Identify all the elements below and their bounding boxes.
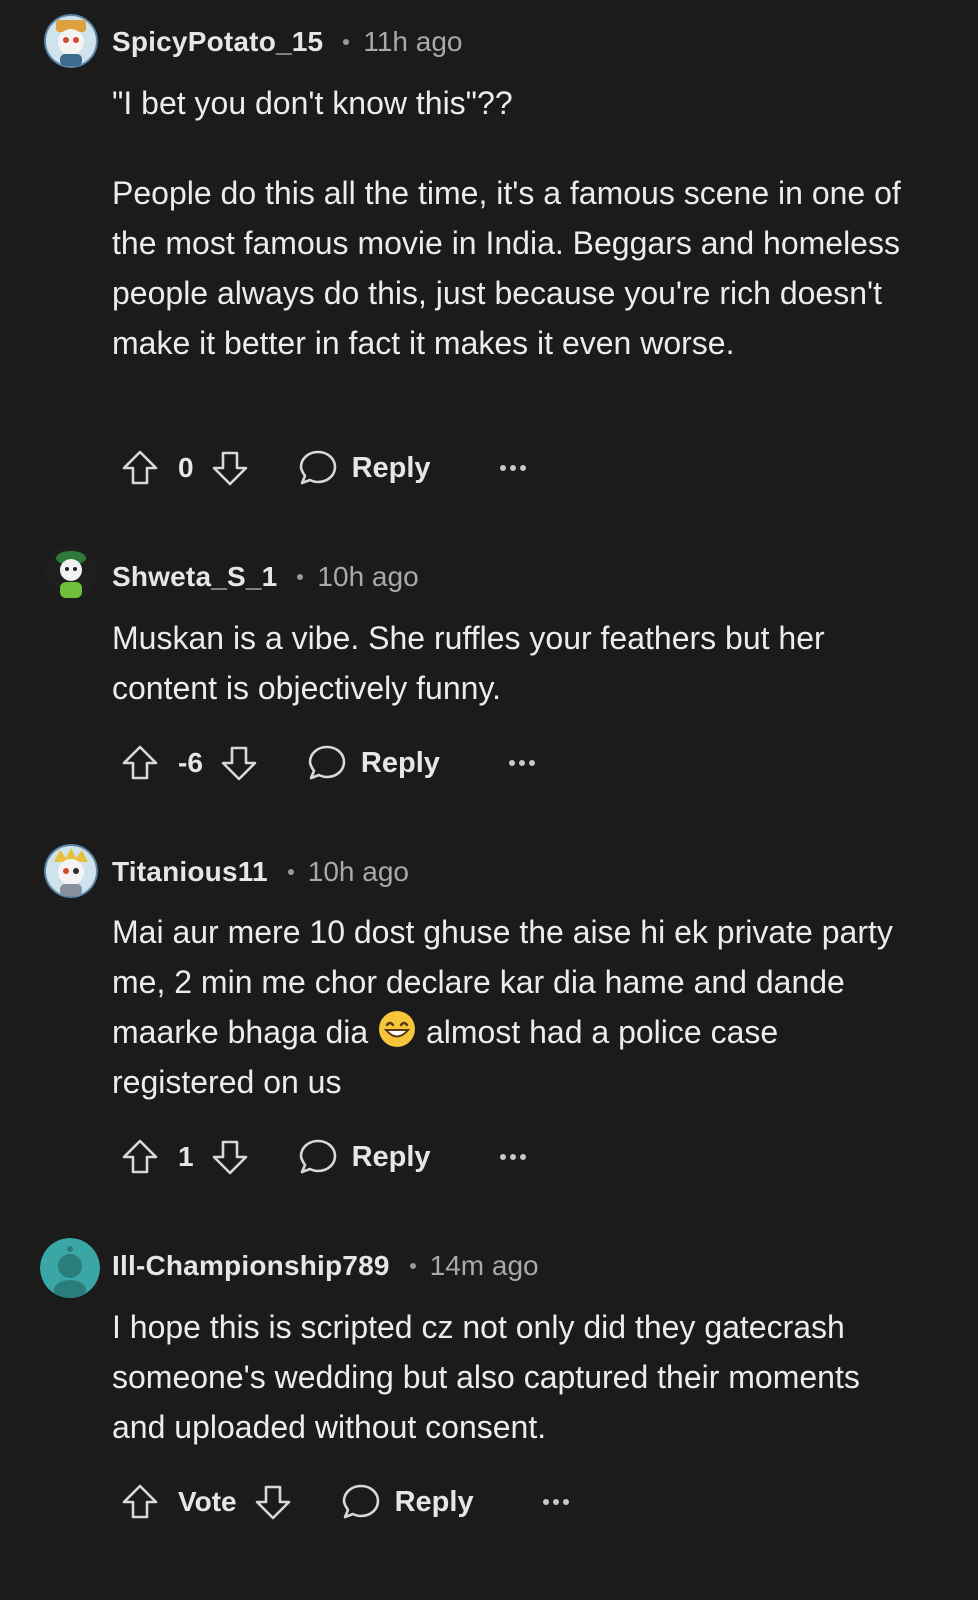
username[interactable]: SpicyPotato_15 — [112, 26, 323, 58]
comment-paragraph: Mai aur mere 10 dost ghuse the aise hi e… — [112, 907, 912, 1107]
speech-bubble-icon — [299, 1139, 336, 1174]
username[interactable]: Ill-Championship789 — [112, 1250, 390, 1282]
comment-actions: 1 Reply — [118, 1132, 531, 1182]
upvote-icon[interactable] — [118, 741, 162, 785]
comment-paragraph: People do this all the time, it's a famo… — [112, 175, 901, 361]
reply-button[interactable]: Reply — [298, 448, 431, 488]
reply-label: Reply — [351, 451, 431, 484]
comment-paragraph: I hope this is scripted cz not only did … — [112, 1309, 860, 1445]
username[interactable]: Shweta_S_1 — [112, 561, 277, 593]
timestamp: 11h ago — [363, 26, 463, 57]
downvote-icon[interactable] — [208, 446, 252, 490]
avatar-snoo-icon — [45, 547, 97, 599]
comment-paragraph: "I bet you don't know this"?? — [112, 85, 513, 121]
upvote-icon[interactable] — [118, 446, 162, 490]
reply-button[interactable]: Reply — [307, 743, 440, 783]
vote-score: -6 — [178, 747, 203, 778]
comment-meta: Shweta_S_1 10h ago — [112, 557, 419, 597]
comment-body: Mai aur mere 10 dost ghuse the aise hi e… — [112, 907, 912, 1107]
comment-actions: 0 Reply — [118, 443, 531, 493]
comment-body: "I bet you don't know this"?? People do … — [112, 78, 912, 368]
avatar-snoo-icon — [44, 14, 98, 68]
comment-body: Muskan is a vibe. She ruffles your feath… — [112, 613, 912, 713]
comment-thread: SpicyPotato_15 11h ago "I bet you don't … — [0, 0, 978, 1600]
avatar-snoo-icon — [44, 844, 98, 898]
comment-body: I hope this is scripted cz not only did … — [112, 1302, 912, 1452]
ellipsis-icon[interactable] — [495, 453, 531, 483]
timestamp: 10h ago — [317, 561, 419, 592]
downvote-icon[interactable] — [208, 1135, 252, 1179]
comment-actions: Vote Reply — [118, 1477, 574, 1527]
ellipsis-icon[interactable] — [495, 1142, 531, 1172]
comment-meta: SpicyPotato_15 11h ago — [112, 22, 462, 62]
reply-label: Reply — [394, 1485, 474, 1518]
timestamp: 10h ago — [307, 856, 409, 887]
avatar[interactable] — [44, 14, 98, 68]
comment-meta: Titanious11 10h ago — [112, 852, 409, 892]
comment-actions: -6 Reply — [118, 738, 540, 788]
ellipsis-icon[interactable] — [538, 1487, 574, 1517]
vote-score: 0 — [178, 452, 194, 483]
comment-meta: Ill-Championship789 14m ago — [112, 1246, 539, 1286]
reply-button[interactable]: Reply — [298, 1137, 431, 1177]
comment-paragraph: Muskan is a vibe. She ruffles your feath… — [112, 620, 825, 706]
speech-bubble-icon — [308, 745, 346, 780]
downvote-icon[interactable] — [217, 741, 261, 785]
avatar[interactable] — [44, 844, 98, 898]
ellipsis-icon[interactable] — [504, 748, 540, 778]
timestamp: 14m ago — [429, 1250, 539, 1281]
reply-label: Reply — [351, 1140, 431, 1173]
speech-bubble-icon — [299, 450, 336, 485]
avatar[interactable] — [44, 546, 98, 600]
reply-button[interactable]: Reply — [341, 1482, 474, 1522]
separator-dot — [409, 1263, 416, 1269]
separator-dot — [287, 869, 294, 875]
username[interactable]: Titanious11 — [112, 856, 268, 888]
avatar[interactable] — [40, 1238, 100, 1298]
separator-dot — [343, 39, 350, 45]
grinning-face-emoji-icon — [379, 1011, 416, 1047]
default-avatar-icon — [40, 1238, 100, 1298]
upvote-icon[interactable] — [118, 1135, 162, 1179]
speech-bubble-icon — [342, 1484, 379, 1519]
reply-label: Reply — [360, 746, 440, 779]
upvote-icon[interactable] — [118, 1480, 162, 1524]
vote-label: Vote — [178, 1486, 237, 1517]
downvote-icon[interactable] — [251, 1480, 295, 1524]
vote-score: 1 — [178, 1141, 194, 1172]
separator-dot — [297, 574, 304, 580]
